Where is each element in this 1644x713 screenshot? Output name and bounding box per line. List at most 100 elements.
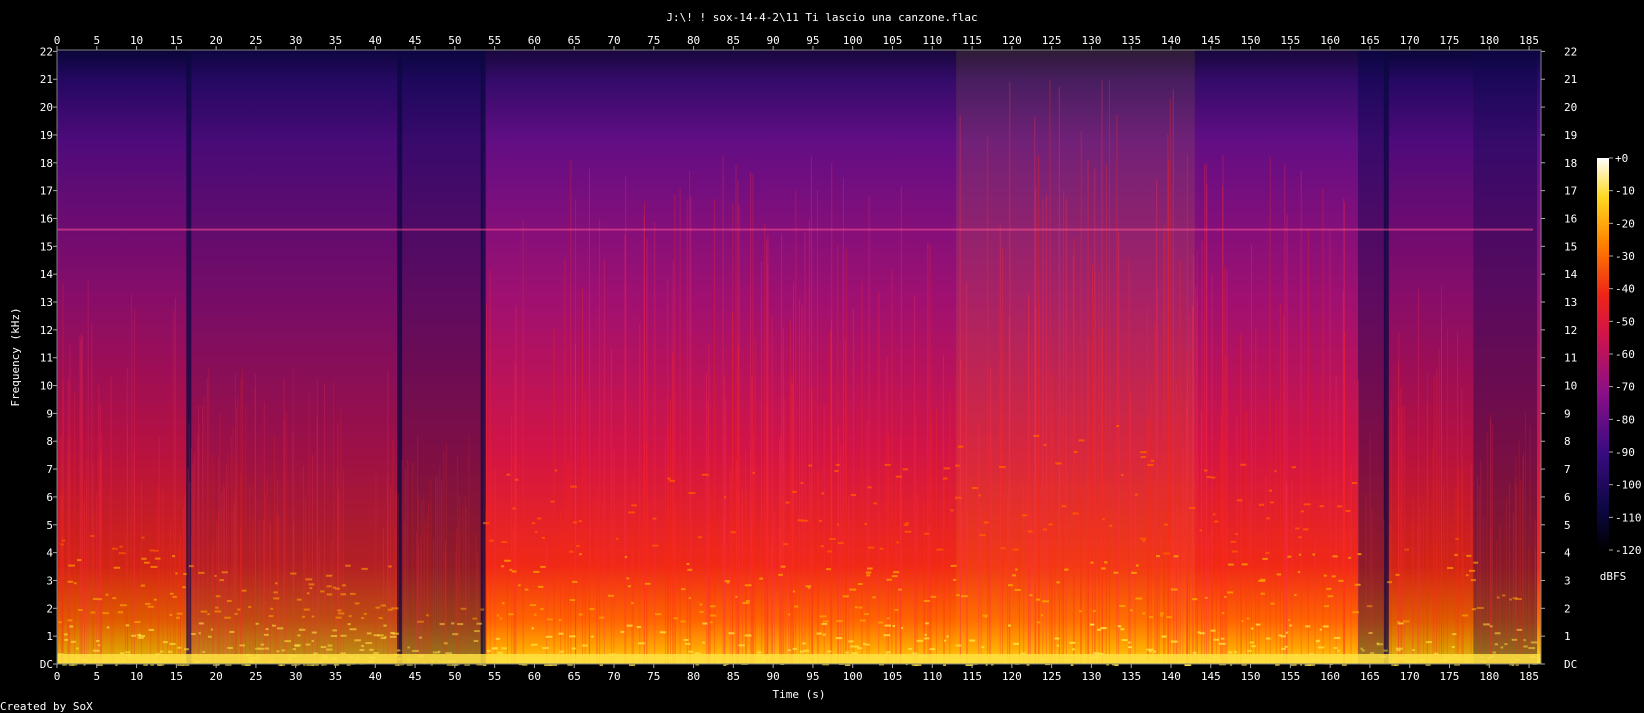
spectral-streak bbox=[522, 220, 524, 665]
harmonic-dot bbox=[1412, 648, 1415, 651]
y-tick-label: 3 bbox=[46, 574, 53, 587]
spectral-streak bbox=[798, 298, 800, 664]
harmonic-dot bbox=[460, 607, 467, 610]
spectral-streak bbox=[1006, 498, 1008, 664]
spectral-streak bbox=[808, 219, 810, 664]
spectral-streak bbox=[221, 492, 223, 664]
harmonic-dot bbox=[757, 651, 762, 654]
harmonic-dot bbox=[799, 650, 804, 653]
spectral-streak bbox=[1148, 418, 1150, 664]
harmonic-dot bbox=[1221, 612, 1225, 615]
harmonic-dot bbox=[892, 624, 896, 627]
harmonic-dot bbox=[884, 463, 891, 466]
y-tick-label: 17 bbox=[1564, 185, 1577, 198]
spectral-streak bbox=[1433, 376, 1435, 664]
harmonic-dot bbox=[1033, 434, 1040, 437]
spectral-streak bbox=[230, 435, 232, 664]
harmonic-dot bbox=[350, 592, 356, 595]
spectral-streak bbox=[1522, 453, 1524, 664]
harmonic-dot bbox=[1265, 637, 1271, 640]
harmonic-dot bbox=[143, 561, 150, 564]
y-tick-label: 19 bbox=[40, 129, 53, 142]
harmonic-dot bbox=[1131, 571, 1137, 574]
harmonic-dot bbox=[303, 608, 310, 611]
harmonic-dot bbox=[850, 494, 857, 497]
spectral-streak bbox=[795, 189, 797, 664]
harmonic-dot bbox=[305, 578, 313, 581]
harmonic-dot bbox=[512, 507, 516, 510]
harmonic-dot bbox=[167, 650, 173, 653]
harmonic-dot bbox=[1204, 596, 1208, 599]
harmonic-dot bbox=[1127, 646, 1132, 649]
harmonic-dot bbox=[872, 596, 876, 599]
x-tick-label: 140 bbox=[1161, 34, 1181, 47]
harmonic-dot bbox=[886, 617, 890, 620]
harmonic-dot bbox=[702, 622, 708, 625]
spectral-streak bbox=[690, 195, 692, 665]
spectral-streak bbox=[1208, 535, 1210, 664]
harmonic-dot bbox=[923, 599, 931, 602]
harmonic-dot bbox=[276, 650, 280, 653]
harmonic-dot bbox=[407, 646, 410, 649]
x-tick-label: 80 bbox=[687, 34, 700, 47]
harmonic-dot bbox=[1303, 528, 1309, 531]
harmonic-dot bbox=[1166, 616, 1172, 619]
harmonic-dot bbox=[1259, 578, 1266, 581]
y-tick-label: 13 bbox=[40, 296, 53, 309]
harmonic-dot bbox=[971, 487, 979, 490]
harmonic-dot bbox=[182, 586, 186, 589]
harmonic-dot bbox=[851, 652, 858, 655]
harmonic-dot bbox=[540, 608, 544, 611]
spectral-streak bbox=[1195, 286, 1197, 664]
harmonic-dot bbox=[902, 468, 909, 471]
spectral-streak bbox=[407, 459, 409, 664]
harmonic-dot bbox=[529, 604, 537, 607]
harmonic-dot bbox=[1319, 628, 1323, 631]
spectral-streak bbox=[333, 381, 335, 664]
harmonic-dot bbox=[326, 648, 333, 651]
spectral-streak bbox=[553, 329, 555, 664]
harmonic-dot bbox=[1451, 645, 1455, 648]
spectral-streak bbox=[878, 291, 880, 664]
harmonic-dot bbox=[738, 644, 745, 647]
harmonic-dot bbox=[1383, 649, 1388, 652]
harmonic-dot bbox=[877, 621, 884, 624]
y-tick-label: 6 bbox=[46, 491, 53, 504]
harmonic-dot bbox=[864, 523, 868, 526]
harmonic-dot bbox=[787, 649, 792, 652]
spectral-streak bbox=[1225, 356, 1227, 664]
x-tick-label: 0 bbox=[54, 670, 61, 683]
harmonic-dot bbox=[695, 652, 701, 655]
harmonic-dot bbox=[149, 549, 155, 552]
spectral-streak bbox=[949, 391, 951, 664]
harmonic-dot bbox=[1173, 555, 1179, 558]
harmonic-dot bbox=[572, 580, 578, 583]
spectral-streak bbox=[1158, 466, 1160, 664]
harmonic-dot bbox=[848, 640, 854, 643]
harmonic-dot bbox=[119, 604, 127, 607]
harmonic-dot bbox=[1040, 614, 1044, 617]
harmonic-dot bbox=[1102, 518, 1105, 521]
harmonic-dot bbox=[1246, 617, 1250, 620]
spectral-streak bbox=[643, 202, 645, 664]
spectral-streak bbox=[157, 485, 159, 664]
harmonic-dot bbox=[845, 651, 849, 654]
harmonic-dot bbox=[1109, 524, 1113, 527]
harmonic-dot bbox=[1265, 552, 1270, 555]
colorbar-tick-label: +0 bbox=[1615, 152, 1628, 165]
y-tick-label: 19 bbox=[1564, 129, 1577, 142]
x-tick-label: 90 bbox=[767, 670, 780, 683]
harmonic-dot bbox=[537, 585, 544, 588]
harmonic-dot bbox=[930, 595, 937, 598]
spectral-streak bbox=[323, 383, 325, 664]
harmonic-dot bbox=[169, 592, 174, 595]
spectrogram-figure: J:\! ! sox-14-4-2\11 Ti lascio una canzo… bbox=[0, 11, 1642, 713]
harmonic-dot bbox=[1502, 594, 1506, 597]
spectral-streak bbox=[1528, 548, 1530, 664]
harmonic-dot bbox=[354, 639, 361, 642]
harmonic-dot bbox=[802, 642, 806, 645]
spectral-streak bbox=[1222, 155, 1224, 665]
harmonic-dot bbox=[224, 616, 231, 619]
harmonic-dot bbox=[550, 500, 555, 503]
spectral-streak bbox=[494, 470, 496, 664]
